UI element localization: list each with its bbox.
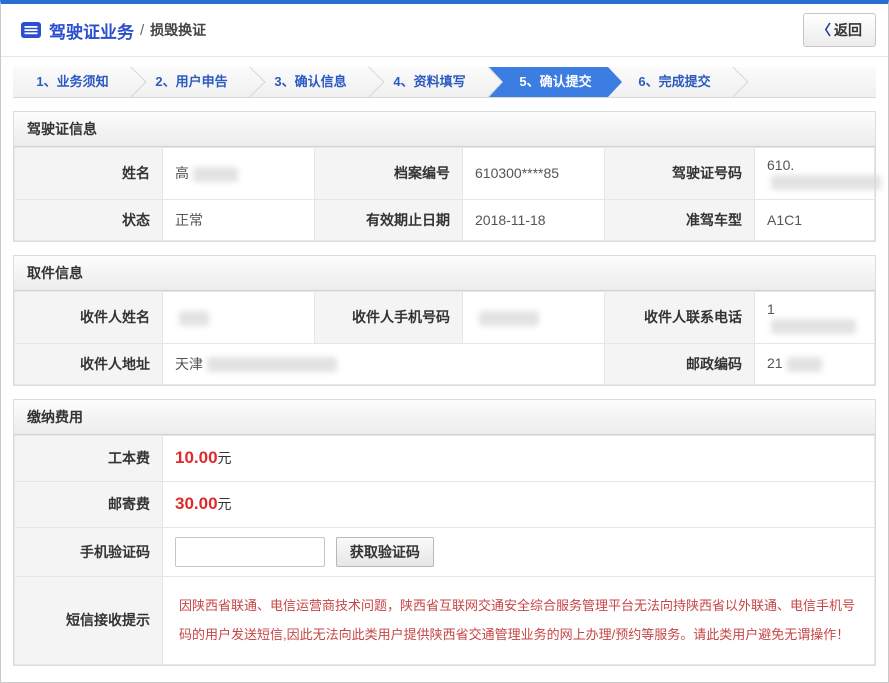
- step-wizard: 1、业务须知 2、用户申告 3、确认信息 4、资料填写 5、确认提交 6、完成提…: [13, 67, 876, 98]
- field-value-file-number: 610300****85: [463, 148, 605, 200]
- breadcrumb-current: 损毁换证: [150, 20, 206, 40]
- step-1-business-notice[interactable]: 1、业务须知: [13, 67, 132, 97]
- redacted-blob: [179, 311, 209, 326]
- license-info-table: 姓名 高 档案编号 610300****85 驾驶证号码 610. 状态 正常 …: [14, 147, 875, 241]
- back-chevron-icon: 〈: [817, 22, 831, 38]
- step-4-fill-data[interactable]: 4、资料填写: [370, 67, 489, 97]
- field-value-mail-fee: 30.00元: [163, 481, 875, 527]
- page-container: 驾驶证业务 / 损毁换证 〈返回 1、业务须知 2、用户申告 3、确认信息 4、…: [0, 0, 889, 683]
- back-button-label: 返回: [834, 22, 862, 38]
- page-title: 驾驶证业务: [49, 18, 134, 43]
- field-value-work-fee: 10.00元: [163, 435, 875, 481]
- field-label-expiry-date: 有效期止日期: [315, 199, 463, 240]
- field-label-recipient-mobile: 收件人手机号码: [315, 291, 463, 343]
- table-row: 手机验证码 获取验证码: [15, 527, 875, 576]
- back-button[interactable]: 〈返回: [803, 13, 876, 47]
- section-title-license: 驾驶证信息: [14, 112, 875, 147]
- field-label-status: 状态: [15, 199, 163, 240]
- mail-fee-amount: 30.00: [175, 494, 218, 513]
- step-6-finish-submit[interactable]: 6、完成提交: [615, 67, 734, 97]
- field-label-postal-code: 邮政编码: [605, 343, 755, 384]
- field-label-sms-notice: 短信接收提示: [15, 576, 163, 665]
- sms-code-input[interactable]: [175, 537, 325, 567]
- work-fee-amount: 10.00: [175, 448, 218, 467]
- pickup-info-table: 收件人姓名 收件人手机号码 收件人联系电话 1 收件人地址 天津 邮政编码 21: [14, 291, 875, 385]
- field-label-recipient-name: 收件人姓名: [15, 291, 163, 343]
- section-title-pickup: 取件信息: [14, 256, 875, 291]
- field-label-recipient-phone: 收件人联系电话: [605, 291, 755, 343]
- field-label-work-fee: 工本费: [15, 435, 163, 481]
- field-value-expiry-date: 2018-11-18: [463, 199, 605, 240]
- field-label-license-number: 驾驶证号码: [605, 148, 755, 200]
- field-label-vehicle-class: 准驾车型: [605, 199, 755, 240]
- table-row: 收件人姓名 收件人手机号码 收件人联系电话 1: [15, 291, 875, 343]
- breadcrumb-separator: /: [140, 22, 144, 39]
- field-value-recipient-address: 天津: [163, 343, 605, 384]
- field-label-file-number: 档案编号: [315, 148, 463, 200]
- field-value-recipient-name: [163, 291, 315, 343]
- table-row: 收件人地址 天津 邮政编码 21: [15, 343, 875, 384]
- table-row: 邮寄费 30.00元: [15, 481, 875, 527]
- field-label-mail-fee: 邮寄费: [15, 481, 163, 527]
- table-row: 短信接收提示 因陕西省联通、电信运营商技术问题，陕西省互联网交通安全综合服务管理…: [15, 576, 875, 665]
- field-label-name: 姓名: [15, 148, 163, 200]
- redacted-blob: [193, 167, 238, 182]
- step-2-user-declaration[interactable]: 2、用户申告: [132, 67, 251, 97]
- sms-notice-text: 因陕西省联通、电信运营商技术问题，陕西省互联网交通安全综合服务管理平台无法向持陕…: [177, 587, 860, 655]
- section-license-info: 驾驶证信息 姓名 高 档案编号 610300****85 驾驶证号码 610. …: [13, 111, 876, 242]
- field-value-name: 高: [163, 148, 315, 200]
- field-value-postal-code: 21: [755, 343, 875, 384]
- table-row: 状态 正常 有效期止日期 2018-11-18 准驾车型 A1C1: [15, 199, 875, 240]
- field-value-recipient-phone: 1: [755, 291, 875, 343]
- field-value-status: 正常: [163, 199, 315, 240]
- mail-fee-unit: 元: [218, 496, 232, 512]
- redacted-blob: [771, 319, 856, 334]
- step-5-confirm-submit[interactable]: 5、确认提交: [489, 67, 622, 97]
- license-card-icon: [21, 22, 41, 38]
- section-pickup-info: 取件信息 收件人姓名 收件人手机号码 收件人联系电话 1 收件人地址 天津 邮政…: [13, 255, 876, 386]
- work-fee-unit: 元: [218, 450, 232, 466]
- section-fees: 缴纳费用 工本费 10.00元 邮寄费 30.00元 手机验证码 获取验证码 短…: [13, 399, 876, 667]
- field-value-vehicle-class: A1C1: [755, 199, 875, 240]
- section-title-fees: 缴纳费用: [14, 400, 875, 435]
- field-sms-notice: 因陕西省联通、电信运营商技术问题，陕西省互联网交通安全综合服务管理平台无法向持陕…: [163, 576, 875, 665]
- header: 驾驶证业务 / 损毁换证 〈返回: [1, 4, 888, 57]
- footer-actions: 上一步 完成: [1, 666, 888, 683]
- step-3-confirm-info[interactable]: 3、确认信息: [251, 67, 370, 97]
- table-row: 姓名 高 档案编号 610300****85 驾驶证号码 610.: [15, 148, 875, 200]
- fees-table: 工本费 10.00元 邮寄费 30.00元 手机验证码 获取验证码 短信接收提示…: [14, 435, 875, 666]
- redacted-blob: [207, 357, 337, 372]
- get-sms-code-button[interactable]: 获取验证码: [336, 537, 434, 567]
- redacted-blob: [771, 175, 881, 190]
- field-label-sms-code: 手机验证码: [15, 527, 163, 576]
- field-sms-code: 获取验证码: [163, 527, 875, 576]
- field-value-recipient-mobile: [463, 291, 605, 343]
- table-row: 工本费 10.00元: [15, 435, 875, 481]
- redacted-blob: [479, 311, 539, 326]
- field-label-recipient-address: 收件人地址: [15, 343, 163, 384]
- field-value-license-number: 610.: [755, 148, 875, 200]
- redacted-blob: [787, 357, 822, 372]
